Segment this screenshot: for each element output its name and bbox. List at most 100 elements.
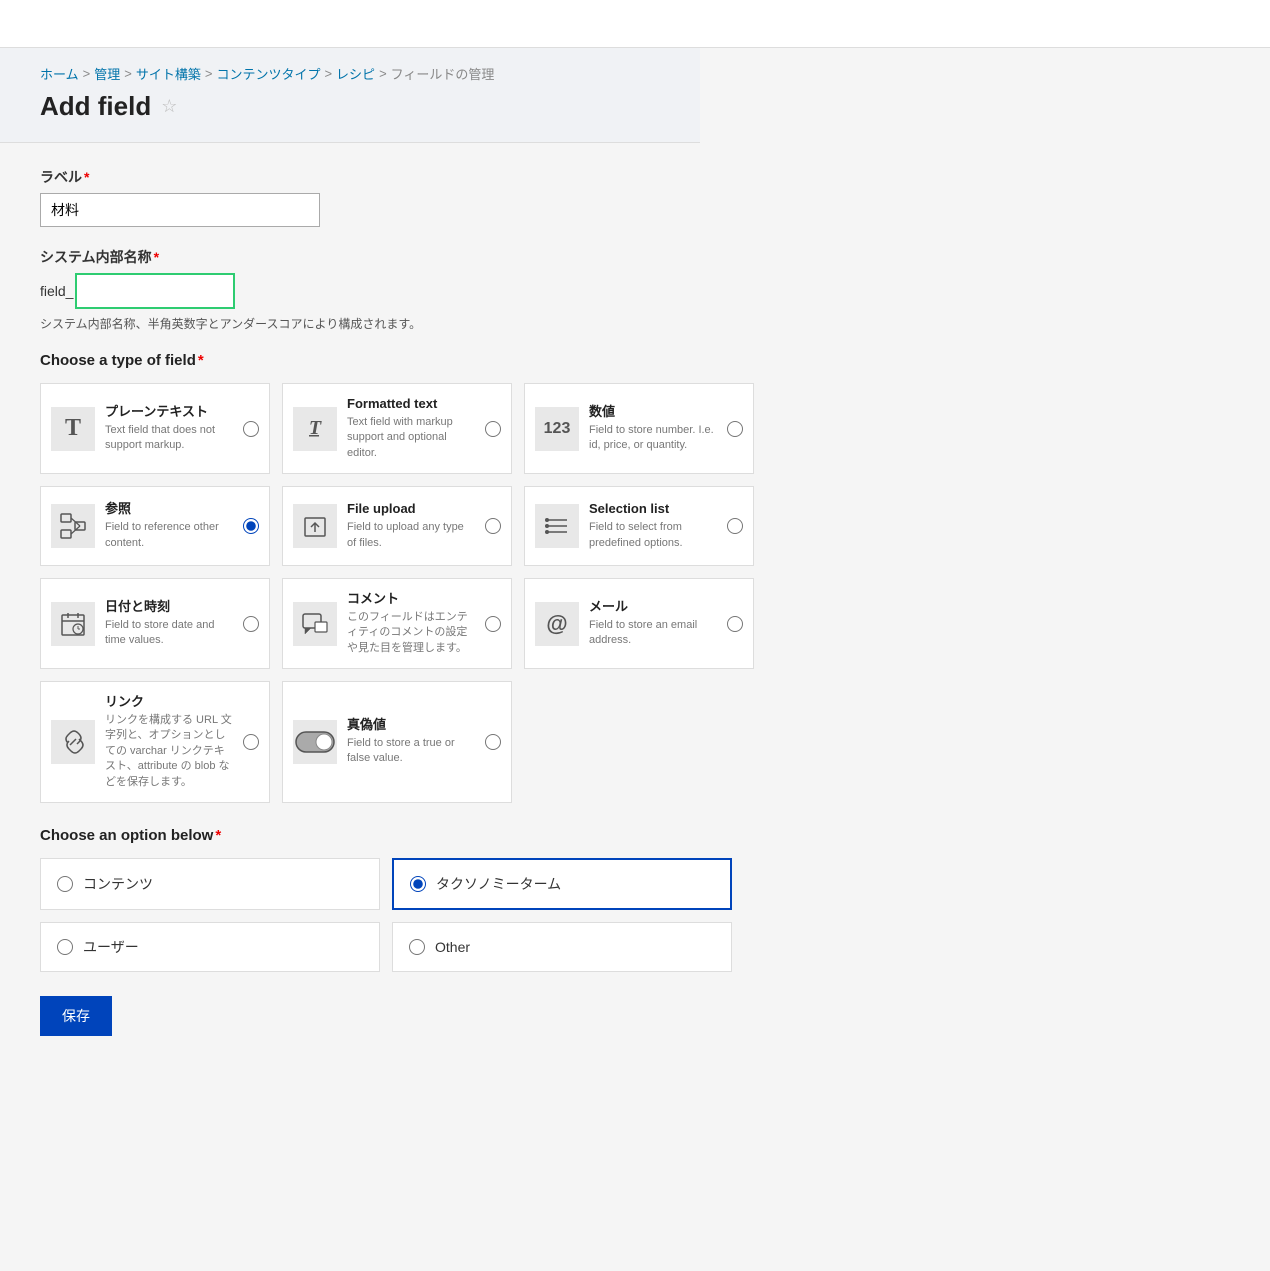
system-name-help: システム内部名称、半角英数字とアンダースコアにより構成されます。 xyxy=(40,315,720,332)
number-desc: Field to store number. I.e. id, price, o… xyxy=(589,423,717,454)
breadcrumb-sep-5: > xyxy=(379,66,387,81)
reference-desc: Field to reference other content. xyxy=(105,520,233,551)
field-type-card-formatted[interactable]: T̲ Formatted text Text field with markup… xyxy=(282,383,512,474)
comment-info: コメント このフィールドはエンティティのコメントの設定や見た目を管理します。 xyxy=(347,591,475,656)
option-card-user[interactable]: ユーザー xyxy=(40,922,380,972)
star-icon[interactable]: ☆ xyxy=(161,96,177,117)
date-time-name: 日付と時刻 xyxy=(105,599,233,616)
breadcrumb-admin[interactable]: 管理 xyxy=(94,64,120,83)
label-required-mark: * xyxy=(84,169,89,185)
date-time-icon xyxy=(51,602,95,646)
selection-list-desc: Field to select from predefined options. xyxy=(589,520,717,551)
comment-radio[interactable] xyxy=(485,616,501,632)
comment-desc: このフィールドはエンティティのコメントの設定や見た目を管理します。 xyxy=(347,610,475,656)
label-input[interactable] xyxy=(40,193,320,227)
field-type-card-file[interactable]: File upload Field to upload any type of … xyxy=(282,486,512,566)
field-type-card-boolean[interactable]: 真偽値 Field to store a true or false value… xyxy=(282,681,512,803)
date-time-info: 日付と時刻 Field to store date and time value… xyxy=(105,599,233,649)
breadcrumb-content-type[interactable]: コンテンツタイプ xyxy=(216,64,320,83)
reference-icon xyxy=(51,504,95,548)
option-content-label: コンテンツ xyxy=(83,874,153,894)
plain-text-radio[interactable] xyxy=(243,421,259,437)
comment-icon xyxy=(293,602,337,646)
link-radio[interactable] xyxy=(243,734,259,750)
system-name-row: field_ xyxy=(40,273,720,309)
link-name: リンク xyxy=(105,694,233,711)
breadcrumb-site[interactable]: サイト構築 xyxy=(136,64,201,83)
field-type-card-number[interactable]: 123 数値 Field to store number. I.e. id, p… xyxy=(524,383,754,474)
field-type-section: Choose a type of field* T プレーンテキスト Text … xyxy=(40,352,720,803)
plain-text-name: プレーンテキスト xyxy=(105,404,233,421)
option-grid: コンテンツ タクソノミーターム ユーザー Ot xyxy=(40,858,720,972)
field-type-card-email[interactable]: @ メール Field to store an email address. xyxy=(524,578,754,669)
date-time-radio[interactable] xyxy=(243,616,259,632)
boolean-radio[interactable] xyxy=(485,734,501,750)
breadcrumb-sep-4: > xyxy=(324,66,332,81)
breadcrumb-home[interactable]: ホーム xyxy=(40,64,79,83)
label-field-label: ラベル* xyxy=(40,167,720,187)
system-name-required-mark: * xyxy=(154,249,159,265)
number-name: 数値 xyxy=(589,404,717,421)
plain-text-icon: T xyxy=(51,407,95,451)
label-form-group: ラベル* xyxy=(40,167,720,227)
option-user-radio[interactable] xyxy=(57,939,73,955)
save-button[interactable]: 保存 xyxy=(40,996,112,1036)
link-desc: リンクを構成する URL 文字列と、オプションとしての varchar リンクテ… xyxy=(105,713,233,790)
field-type-card-comment[interactable]: コメント このフィールドはエンティティのコメントの設定や見た目を管理します。 xyxy=(282,578,512,669)
options-required-mark: * xyxy=(215,827,221,844)
file-upload-info: File upload Field to upload any type of … xyxy=(347,501,475,551)
option-taxonomy-radio[interactable] xyxy=(410,876,426,892)
email-desc: Field to store an email address. xyxy=(589,618,717,649)
breadcrumb-recipe[interactable]: レシピ xyxy=(336,64,375,83)
selection-list-radio[interactable] xyxy=(727,518,743,534)
breadcrumb-sep-1: > xyxy=(83,66,91,81)
options-section: Choose an option below* コンテンツ タクソノミーターム xyxy=(40,827,720,972)
field-type-card-reference[interactable]: 参照 Field to reference other content. xyxy=(40,486,270,566)
email-info: メール Field to store an email address. xyxy=(589,599,717,649)
option-taxonomy-label: タクソノミーターム xyxy=(436,874,561,894)
field-type-card-link[interactable]: リンク リンクを構成する URL 文字列と、オプションとしての varchar … xyxy=(40,681,270,803)
plain-text-desc: Text field that does not support markup. xyxy=(105,423,233,454)
email-name: メール xyxy=(589,599,717,616)
breadcrumb-sep-3: > xyxy=(205,66,213,81)
link-info: リンク リンクを構成する URL 文字列と、オプションとしての varchar … xyxy=(105,694,233,790)
link-icon xyxy=(51,720,95,764)
field-type-card-plain-text[interactable]: T プレーンテキスト Text field that does not supp… xyxy=(40,383,270,474)
date-time-desc: Field to store date and time values. xyxy=(105,618,233,649)
page-title-row: Add field ☆ xyxy=(40,91,660,122)
formatted-text-desc: Text field with markup support and optio… xyxy=(347,415,475,461)
page-wrapper: ホーム > 管理 > サイト構築 > コンテンツタイプ > レシピ > フィール… xyxy=(0,0,1270,1271)
selection-list-name: Selection list xyxy=(589,501,717,518)
formatted-text-info: Formatted text Text field with markup su… xyxy=(347,396,475,461)
option-card-taxonomy[interactable]: タクソノミーターム xyxy=(392,858,732,910)
file-upload-name: File upload xyxy=(347,501,475,518)
field-type-required: * xyxy=(198,352,204,369)
breadcrumb: ホーム > 管理 > サイト構築 > コンテンツタイプ > レシピ > フィール… xyxy=(40,64,660,83)
selection-list-info: Selection list Field to select from pred… xyxy=(589,501,717,551)
field-type-title: Choose a type of field* xyxy=(40,352,720,369)
main-content: ホーム > 管理 > サイト構築 > コンテンツタイプ > レシピ > フィール… xyxy=(0,48,1270,1060)
option-card-other[interactable]: Other xyxy=(392,922,732,972)
file-upload-icon xyxy=(293,504,337,548)
formatted-text-name: Formatted text xyxy=(347,396,475,413)
file-upload-desc: Field to upload any type of files. xyxy=(347,520,475,551)
option-card-content[interactable]: コンテンツ xyxy=(40,858,380,910)
formatted-text-radio[interactable] xyxy=(485,421,501,437)
comment-name: コメント xyxy=(347,591,475,608)
breadcrumb-fields: フィールドの管理 xyxy=(391,64,495,83)
email-radio[interactable] xyxy=(727,616,743,632)
field-type-card-date[interactable]: 日付と時刻 Field to store date and time value… xyxy=(40,578,270,669)
system-name-input[interactable] xyxy=(75,273,235,309)
boolean-info: 真偽値 Field to store a true or false value… xyxy=(347,717,475,767)
number-info: 数値 Field to store number. I.e. id, price… xyxy=(589,404,717,454)
options-title: Choose an option below* xyxy=(40,827,720,844)
reference-info: 参照 Field to reference other content. xyxy=(105,501,233,551)
option-other-radio[interactable] xyxy=(409,939,425,955)
field-type-card-selection[interactable]: Selection list Field to select from pred… xyxy=(524,486,754,566)
option-content-radio[interactable] xyxy=(57,876,73,892)
number-radio[interactable] xyxy=(727,421,743,437)
plain-text-info: プレーンテキスト Text field that does not suppor… xyxy=(105,404,233,454)
reference-radio[interactable] xyxy=(243,518,259,534)
file-upload-radio[interactable] xyxy=(485,518,501,534)
option-user-label: ユーザー xyxy=(83,937,139,957)
